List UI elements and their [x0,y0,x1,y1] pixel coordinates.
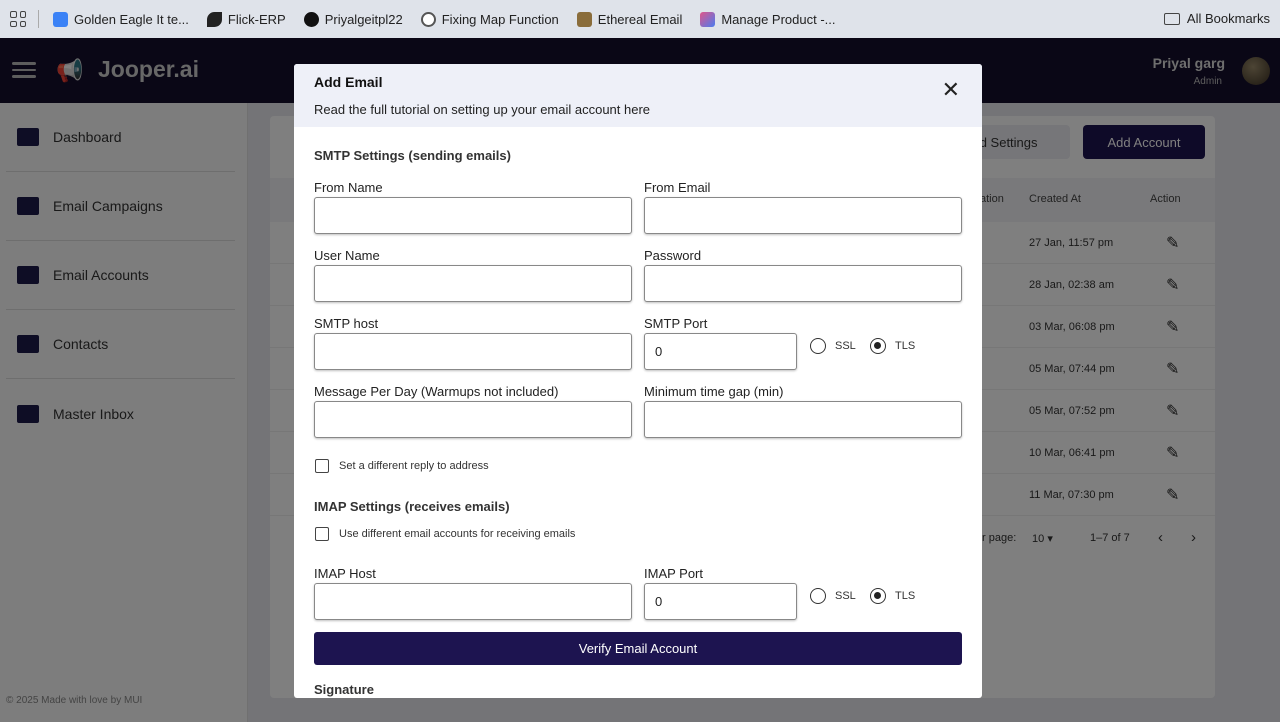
imap-section-title: IMAP Settings (receives emails) [314,499,510,514]
imap-port-label: IMAP Port [644,566,704,581]
bookmark-manage-product[interactable]: Manage Product -... [700,11,836,27]
from-name-input[interactable] [314,197,632,234]
from-name-label: From Name [314,180,383,195]
bookmark-flick-erp[interactable]: Flick-ERP [206,11,286,27]
reply-to-checkbox[interactable] [315,459,329,473]
imap-tls-label: TLS [895,590,916,602]
dialog-subtitle[interactable]: Read the full tutorial on setting up you… [314,102,962,117]
user-name-input[interactable] [314,265,632,302]
bookmark-label: Manage Product -... [721,11,836,27]
bookmark-golden-eagle[interactable]: Golden Eagle It te... [53,11,189,27]
github-icon [303,11,319,27]
bookmark-label: Priyalgeitpl22 [324,11,403,27]
smtp-tls-label: TLS [895,340,916,352]
add-email-dialog: Add Email Read the full tutorial on sett… [294,64,982,698]
imap-ssl-radio[interactable] [810,588,826,604]
reply-to-label: Set a different reply to address [339,460,489,472]
smtp-port-label: SMTP Port [644,316,708,331]
smtp-tls-radio[interactable] [870,338,886,354]
dialog-header: Add Email Read the full tutorial on sett… [294,64,982,127]
smtp-host-label: SMTP host [314,316,379,331]
user-name-label: User Name [314,248,380,263]
smtp-ssl-label: SSL [835,340,856,352]
bookmark-ethereal-email[interactable]: Ethereal Email [576,11,683,27]
imap-host-label: IMAP Host [314,566,376,581]
dialog-title: Add Email [314,74,383,90]
all-bookmarks-label: All Bookmarks [1186,11,1270,26]
smtp-host-input[interactable] [314,333,632,370]
bookmarks-bar: Golden Eagle It te... Flick-ERP Priyalge… [0,0,1280,38]
verify-email-button[interactable]: Verify Email Account [314,632,962,665]
diff-accounts-label: Use different email accounts for receivi… [339,528,576,540]
imap-port-input[interactable]: 0 [644,583,797,620]
from-email-label: From Email [644,180,711,195]
msg-per-day-label: Message Per Day (Warmups not included) [314,384,559,399]
folder-icon [1163,12,1180,25]
bookmark-label: Fixing Map Function [441,11,559,27]
signature-section-title: Signature [314,682,374,697]
ethereal-icon [576,11,592,27]
smtp-ssl-radio[interactable] [810,338,826,354]
bookmark-label: Ethereal Email [597,11,683,27]
min-gap-input[interactable] [644,401,962,438]
close-icon[interactable]: ✕ [942,79,960,101]
openai-icon [420,11,436,27]
smtp-port-input[interactable]: 0 [644,333,797,370]
msg-per-day-input[interactable] [314,401,632,438]
diff-accounts-checkbox[interactable] [315,527,329,541]
bookmark-label: Golden Eagle It te... [74,11,189,27]
apps-grid-icon[interactable] [10,11,26,27]
imap-tls-radio[interactable] [870,588,886,604]
divider [38,10,39,28]
bookmark-fixing-map[interactable]: Fixing Map Function [420,11,559,27]
all-bookmarks[interactable]: All Bookmarks [1163,11,1270,26]
product-icon [700,11,716,27]
min-gap-label: Minimum time gap (min) [644,384,784,399]
imap-host-input[interactable] [314,583,632,620]
bookmark-label: Flick-ERP [227,11,286,27]
bowtie-icon [206,11,222,27]
imap-ssl-label: SSL [835,590,856,602]
password-input[interactable] [644,265,962,302]
password-label: Password [644,248,702,263]
smtp-section-title: SMTP Settings (sending emails) [314,148,511,163]
bookmark-github[interactable]: Priyalgeitpl22 [303,11,403,27]
from-email-input[interactable] [644,197,962,234]
bookmark-favicon-icon [53,11,68,27]
